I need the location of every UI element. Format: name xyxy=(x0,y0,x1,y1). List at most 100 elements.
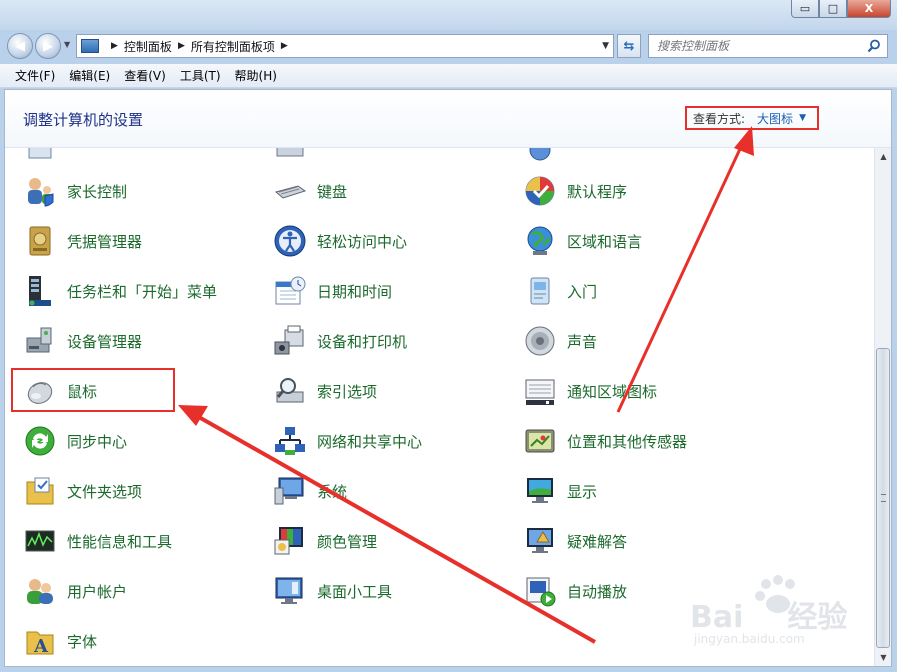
item-label[interactable]: 设备和打印机 xyxy=(317,331,407,352)
item-label[interactable]: 鼠标 xyxy=(67,381,97,402)
breadcrumb-separator-icon[interactable]: ▶ xyxy=(178,41,185,51)
breadcrumb-separator-icon[interactable]: ▶ xyxy=(111,41,118,51)
item-label[interactable]: 颜色管理 xyxy=(317,531,377,552)
menu-bar: 文件(F) 编辑(E) 查看(V) 工具(T) 帮助(H) xyxy=(0,64,897,88)
default-programs-icon xyxy=(525,176,555,206)
mouse-icon xyxy=(27,382,53,404)
scroll-up-icon[interactable]: ▲ xyxy=(875,148,892,165)
breadcrumb-separator-icon[interactable]: ▶ xyxy=(281,41,288,51)
back-button[interactable]: ◀ xyxy=(7,33,33,59)
item-sound[interactable]: 声音 xyxy=(523,321,597,361)
item-label[interactable]: 日期和时间 xyxy=(317,281,392,302)
menu-tools[interactable]: 工具(T) xyxy=(173,65,228,86)
item-color-management[interactable]: 颜色管理 xyxy=(273,521,377,561)
item-performance[interactable]: 性能信息和工具 xyxy=(23,521,172,561)
item-label[interactable]: 系统 xyxy=(317,481,347,502)
item-location-sensors[interactable]: 位置和其他传感器 xyxy=(523,421,687,461)
item-label[interactable]: 凭据管理器 xyxy=(67,231,142,252)
item-user-accounts[interactable]: 用户帐户 xyxy=(23,571,127,611)
item-date-time[interactable]: 日期和时间 xyxy=(273,271,392,311)
address-bar[interactable]: ▶ 控制面板 ▶ 所有控制面板项 ▶ ▼ xyxy=(76,34,614,58)
item-label[interactable]: 桌面小工具 xyxy=(317,581,392,602)
sound-icon xyxy=(525,326,555,356)
breadcrumb-control-panel[interactable]: 控制面板 xyxy=(124,38,172,55)
item-label[interactable]: 性能信息和工具 xyxy=(67,531,172,552)
item-credential-manager[interactable]: 凭据管理器 xyxy=(23,221,142,261)
item-label[interactable]: 通知区域图标 xyxy=(567,381,657,402)
display-icon xyxy=(527,478,553,503)
minimize-button[interactable]: ▭ xyxy=(791,0,819,18)
view-by-dropdown[interactable]: 大图标 xyxy=(757,110,793,127)
view-by-control[interactable]: 查看方式: 大图标 ▼ xyxy=(685,106,819,130)
item-label[interactable]: 疑难解答 xyxy=(567,531,627,552)
recent-pages-dropdown[interactable]: ▼ xyxy=(64,40,70,49)
item-device-manager[interactable]: 设备管理器 xyxy=(23,321,142,361)
item-label[interactable]: 显示 xyxy=(567,481,597,502)
devices-printers-icon xyxy=(274,325,304,355)
breadcrumb-all-items[interactable]: 所有控制面板项 xyxy=(191,38,275,55)
item-label[interactable]: 任务栏和「开始」菜单 xyxy=(67,281,217,302)
gadgets-icon xyxy=(275,577,303,604)
item-taskbar-start-menu[interactable]: 任务栏和「开始」菜单 xyxy=(23,271,217,311)
refresh-button[interactable]: ⇆ xyxy=(617,34,641,58)
item-display[interactable]: 显示 xyxy=(523,471,597,511)
item-sync-center[interactable]: 同步中心 xyxy=(23,421,127,461)
sync-center-icon xyxy=(25,426,55,456)
item-label[interactable]: 键盘 xyxy=(317,181,347,202)
taskbar-icon xyxy=(29,276,51,306)
search-icon[interactable] xyxy=(867,39,881,53)
address-dropdown-icon[interactable]: ▼ xyxy=(602,41,609,51)
item-folder-options[interactable]: 文件夹选项 xyxy=(23,471,142,511)
item-label[interactable]: 入门 xyxy=(567,281,597,302)
item-troubleshooting[interactable]: 疑难解答 xyxy=(523,521,627,561)
content-header: 调整计算机的设置 查看方式: 大图标 ▼ xyxy=(5,90,891,148)
item-label[interactable]: 文件夹选项 xyxy=(67,481,142,502)
troubleshooting-icon xyxy=(527,528,553,553)
credential-manager-icon xyxy=(29,226,51,256)
item-label[interactable]: 索引选项 xyxy=(317,381,377,402)
item-fonts[interactable]: A 字体 xyxy=(23,621,97,661)
refresh-icon: ⇆ xyxy=(623,38,635,54)
item-label[interactable]: 位置和其他传感器 xyxy=(567,431,687,452)
menu-edit[interactable]: 编辑(E) xyxy=(62,65,117,86)
close-button[interactable]: X xyxy=(847,0,891,18)
search-input[interactable] xyxy=(657,39,857,53)
item-label[interactable]: 默认程序 xyxy=(567,181,627,202)
item-getting-started[interactable]: 入门 xyxy=(523,271,597,311)
item-indexing-options[interactable]: 索引选项 xyxy=(273,371,377,411)
item-default-programs[interactable]: 默认程序 xyxy=(523,171,627,211)
item-system[interactable]: 系统 xyxy=(273,471,347,511)
item-label[interactable]: 轻松访问中心 xyxy=(317,231,407,252)
item-label[interactable]: 自动播放 xyxy=(567,581,627,602)
forward-button[interactable]: ▶ xyxy=(35,33,61,59)
item-mouse[interactable]: 鼠标 xyxy=(23,371,97,411)
item-label[interactable]: 声音 xyxy=(567,331,597,352)
menu-file[interactable]: 文件(F) xyxy=(8,65,62,86)
item-keyboard[interactable]: 键盘 xyxy=(273,171,347,211)
arrow-left-icon: ◀ xyxy=(15,38,25,54)
item-autoplay[interactable]: 自动播放 xyxy=(523,571,627,611)
menu-help[interactable]: 帮助(H) xyxy=(228,65,284,86)
item-label[interactable]: 网络和共享中心 xyxy=(317,431,422,452)
search-box[interactable] xyxy=(648,34,888,58)
item-parental-controls[interactable]: 家长控制 xyxy=(23,171,127,211)
ease-of-access-icon xyxy=(274,225,306,257)
item-label[interactable]: 区域和语言 xyxy=(567,231,642,252)
item-devices-printers[interactable]: 设备和打印机 xyxy=(273,321,407,361)
item-ease-of-access[interactable]: 轻松访问中心 xyxy=(273,221,407,261)
item-label[interactable]: 同步中心 xyxy=(67,431,127,452)
location-sensors-icon xyxy=(525,429,555,453)
item-label[interactable]: 家长控制 xyxy=(67,181,127,202)
item-label[interactable]: 字体 xyxy=(67,631,97,652)
watermark-brand: Bai xyxy=(690,600,744,635)
item-desktop-gadgets[interactable]: 桌面小工具 xyxy=(273,571,392,611)
item-network-sharing[interactable]: 网络和共享中心 xyxy=(273,421,422,461)
maximize-button[interactable]: □ xyxy=(819,0,847,18)
menu-view[interactable]: 查看(V) xyxy=(117,65,173,86)
caret-down-icon[interactable]: ▼ xyxy=(799,113,806,123)
item-region-language[interactable]: 区域和语言 xyxy=(523,221,642,261)
system-icon xyxy=(274,477,304,505)
item-label[interactable]: 设备管理器 xyxy=(67,331,142,352)
item-notification-icons[interactable]: 通知区域图标 xyxy=(523,371,657,411)
item-label[interactable]: 用户帐户 xyxy=(67,581,127,602)
